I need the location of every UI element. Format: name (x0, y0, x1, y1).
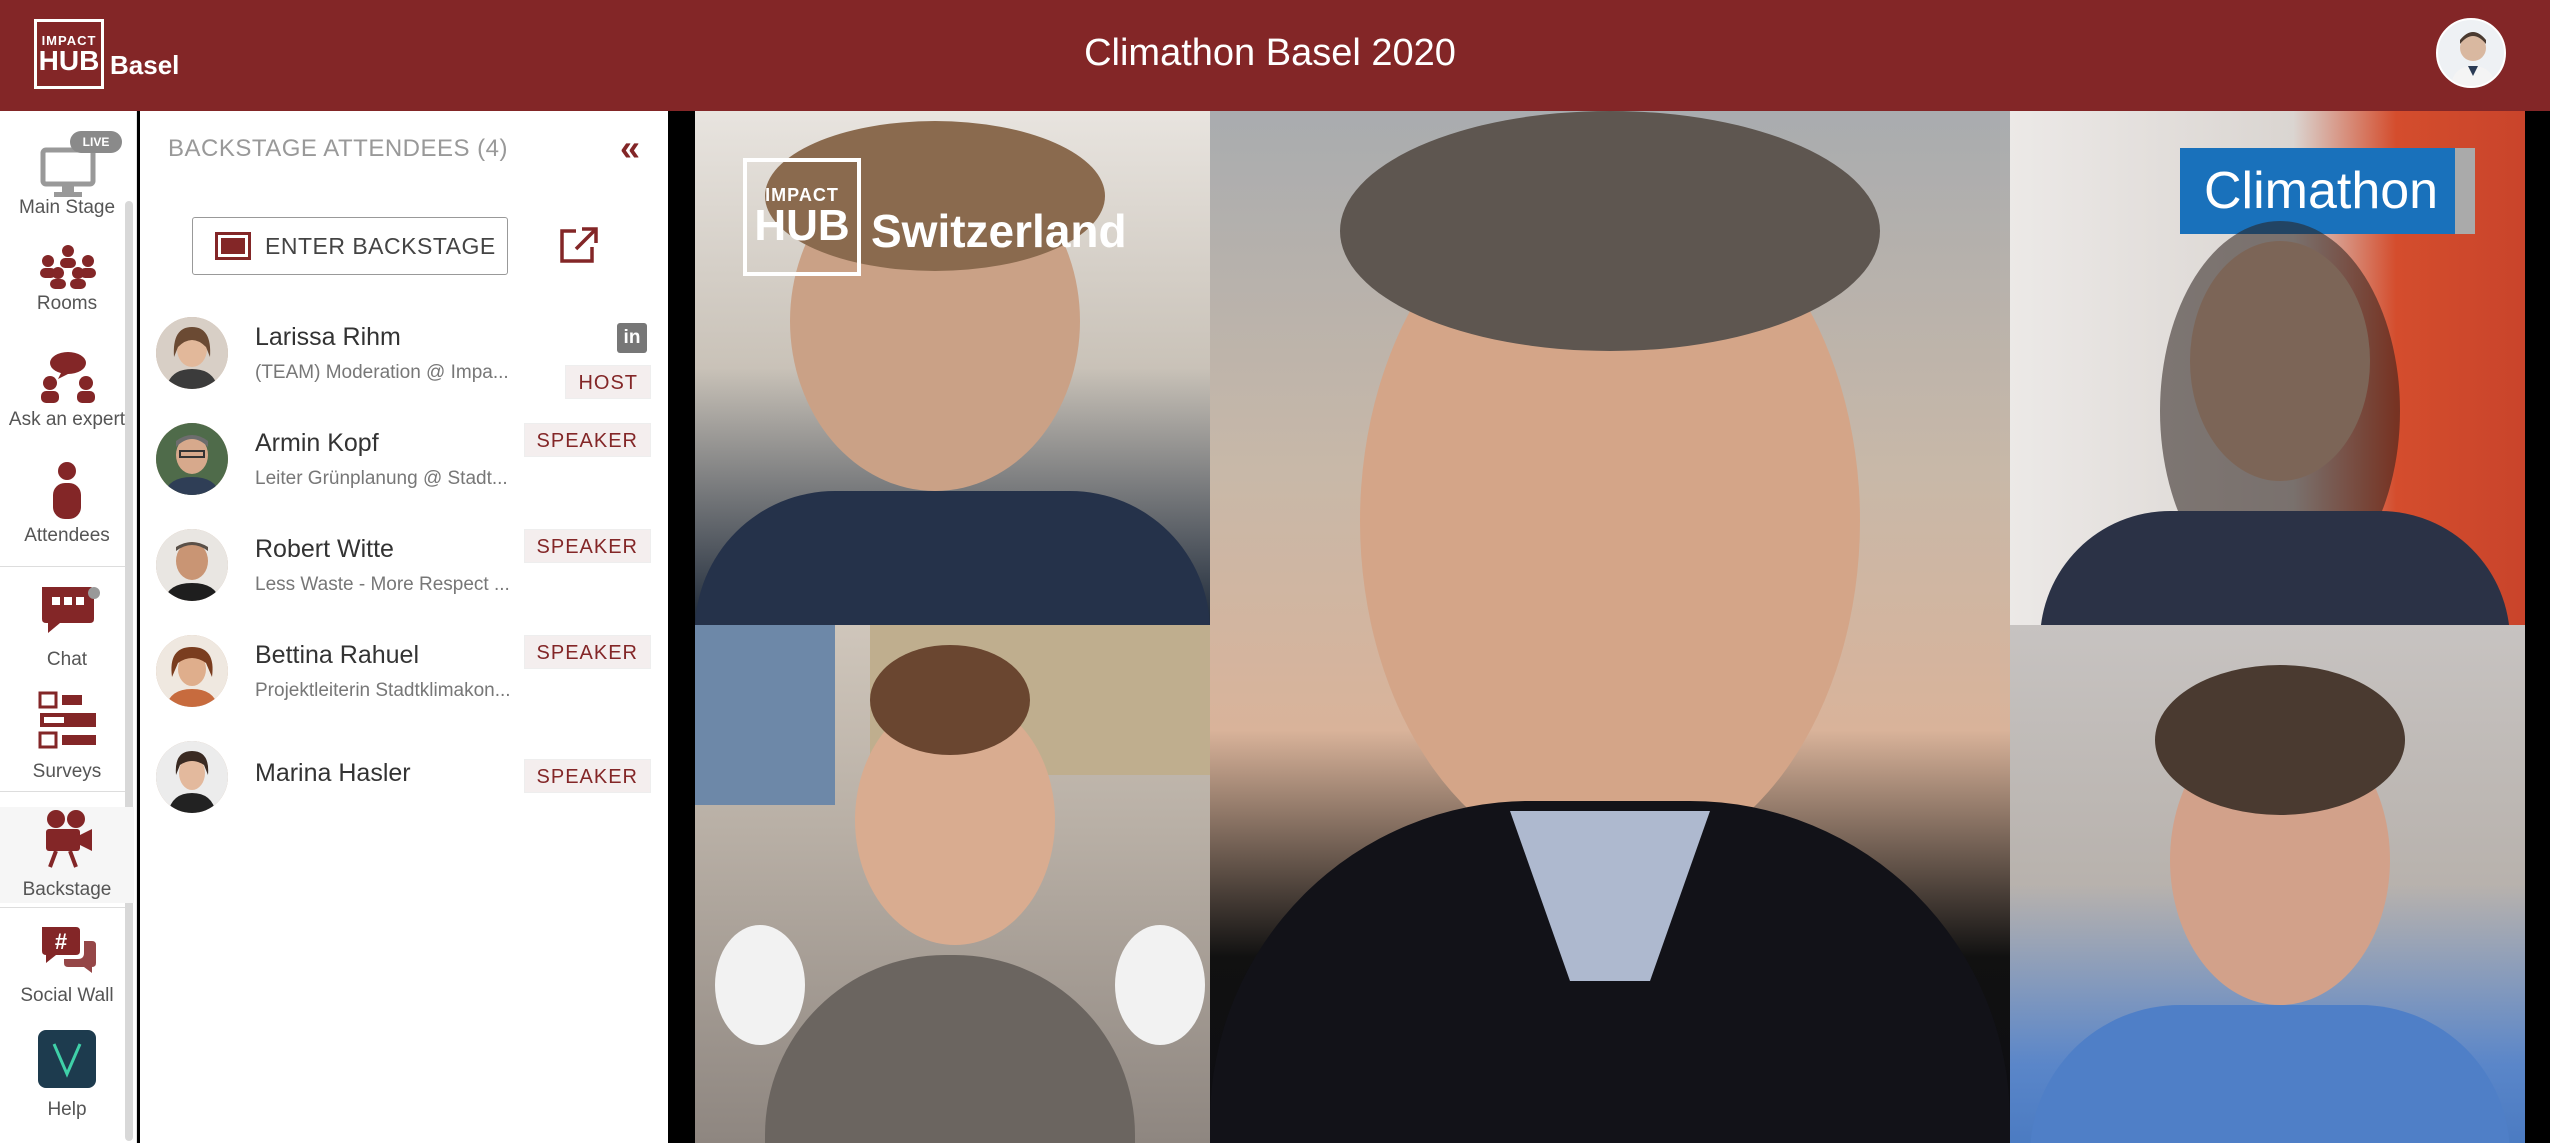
hair-shape (2155, 665, 2405, 815)
nav-label-chat: Chat (46, 649, 88, 670)
shirt-shape (2040, 511, 2510, 625)
nav-label-ask-an-expert: Ask an expert (8, 409, 126, 430)
surveys-icon (38, 691, 96, 749)
avatar (156, 529, 228, 601)
role-badge: SPEAKER (523, 529, 651, 563)
panda-toy (1115, 925, 1205, 1045)
top-bar: IMPACT HUB Basel Climathon Basel 2020 (0, 0, 2550, 111)
avatar (156, 317, 228, 389)
impact-hub-switzerland-logo: IMPACT HUB Switzerland (743, 158, 1127, 276)
video-tile-4[interactable]: Climathon (2010, 111, 2525, 625)
attendee-row[interactable]: Larissa Rihm (TEAM) Moderation @ Impa...… (140, 317, 668, 417)
panel-title: BACKSTAGE ATTENDEES (4) (168, 135, 509, 162)
attendee-row[interactable]: Armin Kopf Leiter Grünplanung @ Stadt...… (140, 423, 668, 523)
camera-icon (46, 810, 92, 868)
avatar (156, 741, 228, 813)
nav-divider (0, 907, 125, 908)
attendee-row[interactable]: Bettina Rahuel Projektleiterin Stadtklim… (140, 635, 668, 735)
role-badge: HOST (565, 365, 651, 399)
video-tile-main-speaker[interactable] (1210, 111, 2010, 1143)
role-badge: SPEAKER (523, 759, 651, 793)
nav-chat[interactable]: Chat (0, 581, 134, 671)
video-tile-2[interactable] (695, 625, 1210, 1143)
nav-divider (0, 566, 125, 567)
attendee-name: Armin Kopf (255, 429, 379, 457)
panda-toy (715, 925, 805, 1045)
video-tile-5[interactable] (2010, 625, 2525, 1143)
ask-expert-icon (41, 352, 95, 403)
attendee-name: Bettina Rahuel (255, 641, 420, 669)
nav-label-help[interactable]: Help (0, 1099, 134, 1121)
nav-label-main-stage: Main Stage (18, 197, 116, 218)
live-badge: LIVE (70, 131, 122, 153)
external-link-icon[interactable] (556, 223, 600, 267)
svg-text:#: # (55, 929, 67, 954)
nav-social-wall[interactable]: # Social Wall (0, 921, 134, 1017)
person-icon (53, 462, 81, 519)
collapse-panel-icon[interactable]: « (620, 127, 640, 169)
video-tile-1[interactable]: IMPACT HUB Switzerland (695, 111, 1210, 625)
enter-backstage-label: ENTER BACKSTAGE (265, 232, 496, 259)
nav-label-backstage: Backstage (22, 879, 112, 900)
shirt-shape (765, 955, 1135, 1143)
attendee-name: Marina Hasler (255, 759, 411, 787)
role-badge: SPEAKER (523, 423, 651, 457)
overlay-logo-word: Switzerland (871, 205, 1127, 257)
rooms-icon (40, 245, 96, 289)
event-title: Climathon Basel 2020 (1084, 32, 1456, 74)
hair-shape (870, 645, 1030, 755)
nav-label-rooms: Rooms (36, 293, 98, 314)
attendee-subtitle: (TEAM) Moderation @ Impa... (255, 362, 509, 383)
shirt-shape (2030, 1005, 2510, 1143)
attendee-row[interactable]: Robert Witte Less Waste - More Respect .… (140, 529, 668, 629)
climathon-banner: Climathon (2180, 148, 2475, 234)
left-nav: LIVE Main Stage Rooms Ask an expert Atte… (0, 111, 137, 1143)
attendee-subtitle: Projektleiterin Stadtklimakon... (255, 680, 511, 701)
nav-rooms[interactable]: Rooms (0, 243, 134, 323)
hashtag-chat-icon: # (42, 927, 96, 973)
chat-unread-dot (88, 587, 100, 599)
user-avatar[interactable] (2436, 18, 2506, 88)
avatar (156, 423, 228, 495)
nav-label-social-wall: Social Wall (20, 985, 114, 1006)
nav-main-stage[interactable]: LIVE Main Stage (0, 117, 134, 218)
nav-backstage[interactable]: Backstage (0, 807, 134, 903)
shirt-shape (695, 491, 1210, 625)
overlay-logo-big: HUB (754, 201, 850, 250)
overlay-logo-box: IMPACT HUB (743, 158, 861, 276)
role-badge: SPEAKER (523, 635, 651, 669)
nav-ask-an-expert[interactable]: Ask an expert (0, 351, 134, 441)
linkedin-icon[interactable]: in (617, 323, 647, 353)
nav-divider (0, 791, 125, 792)
attendee-row[interactable]: Marina Hasler SPEAKER (140, 741, 668, 841)
attendee-subtitle: Less Waste - More Respect ... (255, 574, 510, 595)
screen-icon (215, 232, 251, 260)
attendee-name: Larissa Rihm (255, 323, 401, 351)
attendee-subtitle: Leiter Grünplanung @ Stadt... (255, 468, 508, 489)
nav-surveys[interactable]: Surveys (0, 691, 134, 791)
avatar (156, 635, 228, 707)
enter-backstage-button[interactable]: ENTER BACKSTAGE (192, 217, 508, 275)
nav-label-attendees: Attendees (24, 525, 110, 546)
hair-shape (1340, 111, 1880, 351)
help-icon[interactable] (38, 1030, 96, 1088)
nav-label-surveys: Surveys (32, 761, 102, 782)
backstage-panel: BACKSTAGE ATTENDEES (4) « ENTER BACKSTAG… (140, 111, 668, 1143)
attendee-name: Robert Witte (255, 535, 394, 563)
monitor-icon (40, 147, 96, 197)
wall-poster (695, 625, 835, 805)
